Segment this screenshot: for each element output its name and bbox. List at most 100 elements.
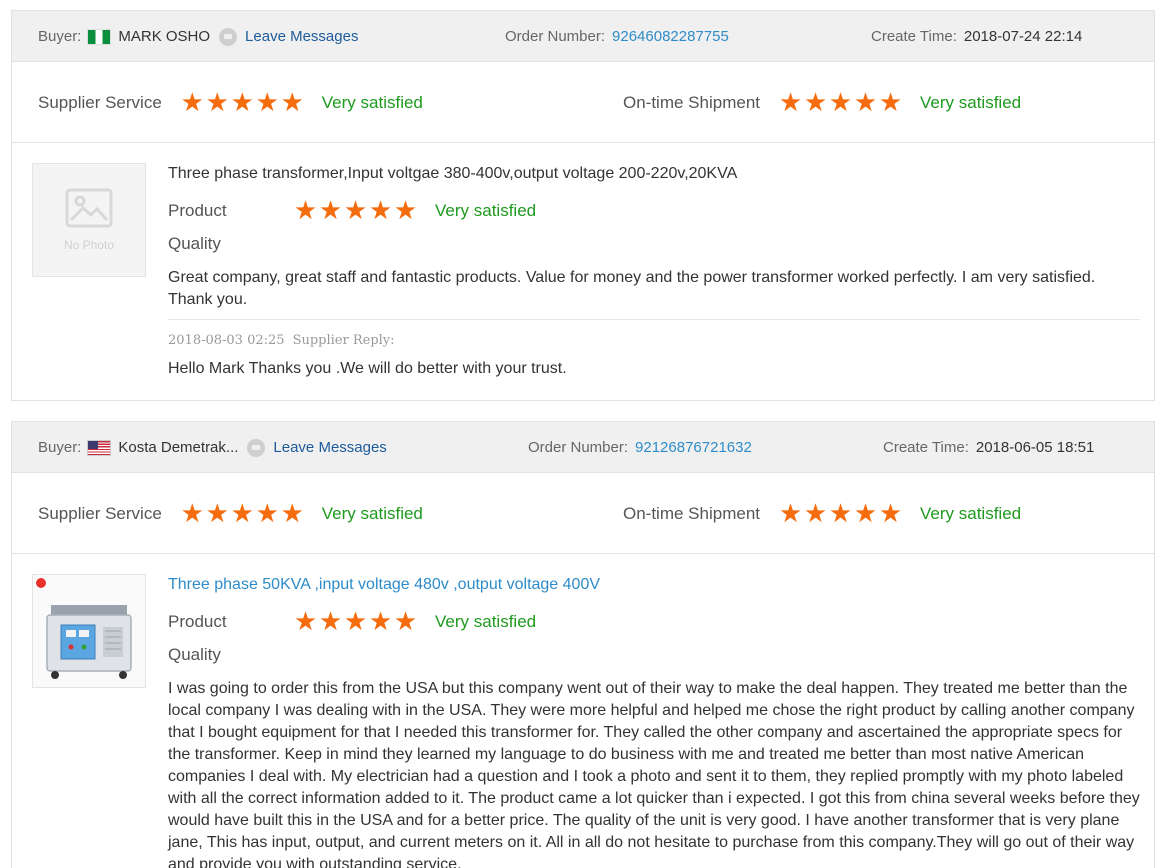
- no-photo-label: No Photo: [63, 238, 115, 252]
- star-icon: ★: [280, 87, 304, 118]
- review-content: Three phase transformer,Input voltgae 38…: [168, 163, 1140, 379]
- product-thumbnail[interactable]: No Photo: [32, 163, 146, 277]
- star-icon: ★: [778, 87, 803, 118]
- message-icon[interactable]: [247, 438, 266, 457]
- star-icon: ★: [255, 87, 279, 118]
- rating-summary: Supplier Service ★ ★ ★ ★ ★ Very satisfied On…: [12, 62, 1154, 143]
- review-comment: Great company, great staff and fantastic…: [168, 269, 1096, 308]
- order-number-label: Order Number:: [505, 28, 606, 45]
- star-rating: ★ ★ ★ ★ ★: [293, 609, 418, 635]
- buyer-label: Buyer:: [38, 28, 82, 45]
- supplier-service-label: Supplier Service: [38, 92, 162, 112]
- star-icon: ★: [230, 498, 254, 529]
- ontime-shipment-rating: On-time Shipment ★ ★ ★ ★ ★ Very satisfied: [623, 62, 1021, 143]
- star-icon: ★: [280, 498, 304, 529]
- order-number-link[interactable]: 92126876721632: [635, 439, 752, 456]
- star-icon: ★: [778, 498, 803, 529]
- star-icon: ★: [853, 498, 878, 529]
- star-icon: ★: [393, 196, 418, 226]
- star-icon: ★: [368, 607, 393, 637]
- star-icon: ★: [828, 87, 853, 118]
- usa-flag-icon: [87, 439, 112, 456]
- satisfaction-text: Very satisfied: [920, 503, 1022, 523]
- star-rating: ★ ★ ★ ★ ★: [778, 501, 903, 527]
- quality-label: Quality: [168, 645, 221, 664]
- create-time-label: Create Time:: [871, 28, 957, 45]
- supplier-service-label: Supplier Service: [38, 503, 162, 523]
- star-icon: ★: [180, 87, 204, 118]
- star-icon: ★: [293, 607, 318, 637]
- ontime-shipment-label: On-time Shipment: [623, 92, 760, 112]
- review-header: Buyer: Kosta Demetrak... Leave Messages …: [12, 422, 1154, 473]
- review-header: Buyer: MARK OSHO Leave Messages Order Nu…: [12, 11, 1154, 62]
- leave-messages-link[interactable]: Leave Messages: [245, 28, 358, 45]
- satisfaction-text: Very satisfied: [321, 503, 423, 523]
- buyer-info: Buyer: MARK OSHO Leave Messages: [38, 11, 358, 62]
- leave-messages-link[interactable]: Leave Messages: [273, 439, 386, 456]
- nigeria-flag-icon: [87, 28, 112, 45]
- review-card: Buyer: Kosta Demetrak... Leave Messages …: [11, 421, 1155, 868]
- star-rating: ★ ★ ★ ★ ★: [778, 90, 903, 116]
- star-icon: ★: [368, 196, 393, 226]
- star-icon: ★: [318, 196, 343, 226]
- star-rating: ★ ★ ★ ★ ★: [293, 198, 418, 224]
- create-time-value: 2018-07-24 22:14: [963, 28, 1083, 45]
- no-photo-placeholder: No Photo: [33, 164, 145, 276]
- star-icon: ★: [878, 498, 903, 529]
- buyer-label: Buyer:: [38, 439, 82, 456]
- product-label: Product: [168, 612, 227, 631]
- create-time-label: Create Time:: [883, 439, 969, 456]
- divider: [168, 319, 1140, 320]
- product-title-link[interactable]: Three phase 50KVA ,input voltage 480v ,o…: [168, 574, 1140, 596]
- transformer-image: [46, 605, 132, 679]
- satisfaction-text: Very satisfied: [321, 92, 423, 112]
- satisfaction-text: Very satisfied: [435, 201, 537, 220]
- star-rating: ★ ★ ★ ★ ★: [180, 501, 305, 527]
- star-rating: ★ ★ ★ ★ ★: [180, 90, 305, 116]
- satisfaction-text: Very satisfied: [435, 612, 537, 631]
- star-icon: ★: [255, 498, 279, 529]
- product-label: Product: [168, 201, 227, 220]
- star-icon: ★: [205, 498, 229, 529]
- review-card: Buyer: MARK OSHO Leave Messages Order Nu…: [11, 10, 1155, 401]
- star-icon: ★: [293, 196, 318, 226]
- supplier-service-rating: Supplier Service ★ ★ ★ ★ ★ Very satisfied: [38, 473, 423, 554]
- product-thumbnail[interactable]: [32, 574, 146, 688]
- quality-label: Quality: [168, 234, 221, 253]
- supplier-reply-label: Supplier Reply:: [292, 333, 395, 348]
- star-icon: ★: [803, 498, 828, 529]
- star-icon: ★: [230, 87, 254, 118]
- image-placeholder-icon: [65, 188, 113, 228]
- buyer-name: MARK OSHO: [118, 28, 211, 45]
- reply-time: 2018-08-03 02:25: [168, 333, 285, 348]
- star-icon: ★: [343, 607, 368, 637]
- ontime-shipment-label: On-time Shipment: [623, 503, 760, 523]
- star-icon: ★: [343, 196, 368, 226]
- supplier-reply-text: Hello Mark Thanks you .We will do better…: [168, 360, 567, 377]
- supplier-reply-meta: 2018-08-03 02:25 Supplier Reply:: [168, 332, 1140, 350]
- supplier-service-rating: Supplier Service ★ ★ ★ ★ ★ Very satisfied: [38, 62, 423, 143]
- create-time-info: Create Time: 2018-06-05 18:51: [883, 422, 1094, 473]
- order-info: Order Number: 92646082287755: [505, 11, 729, 62]
- order-info: Order Number: 92126876721632: [528, 422, 752, 473]
- star-icon: ★: [393, 607, 418, 637]
- order-number-link[interactable]: 92646082287755: [612, 28, 729, 45]
- ontime-shipment-rating: On-time Shipment ★ ★ ★ ★ ★ Very satisfied: [623, 473, 1021, 554]
- star-icon: ★: [828, 498, 853, 529]
- star-icon: ★: [803, 87, 828, 118]
- product-rating: Product ★ ★ ★ ★ ★ Very satisfied: [168, 198, 1140, 224]
- star-icon: ★: [318, 607, 343, 637]
- message-icon[interactable]: [219, 27, 238, 46]
- product-title: Three phase transformer,Input voltgae 38…: [168, 165, 738, 182]
- star-icon: ★: [180, 498, 204, 529]
- rating-summary: Supplier Service ★ ★ ★ ★ ★ Very satisfied On…: [12, 473, 1154, 554]
- star-icon: ★: [878, 87, 903, 118]
- review-content: Three phase 50KVA ,input voltage 480v ,o…: [168, 574, 1140, 868]
- buyer-name: Kosta Demetrak...: [118, 439, 239, 456]
- create-time-info: Create Time: 2018-07-24 22:14: [871, 11, 1082, 62]
- buyer-info: Buyer: Kosta Demetrak... Leave Messages: [38, 422, 387, 473]
- create-time-value: 2018-06-05 18:51: [975, 439, 1095, 456]
- product-rating: Product ★ ★ ★ ★ ★ Very satisfied: [168, 609, 1140, 635]
- order-number-label: Order Number:: [528, 439, 629, 456]
- star-icon: ★: [205, 87, 229, 118]
